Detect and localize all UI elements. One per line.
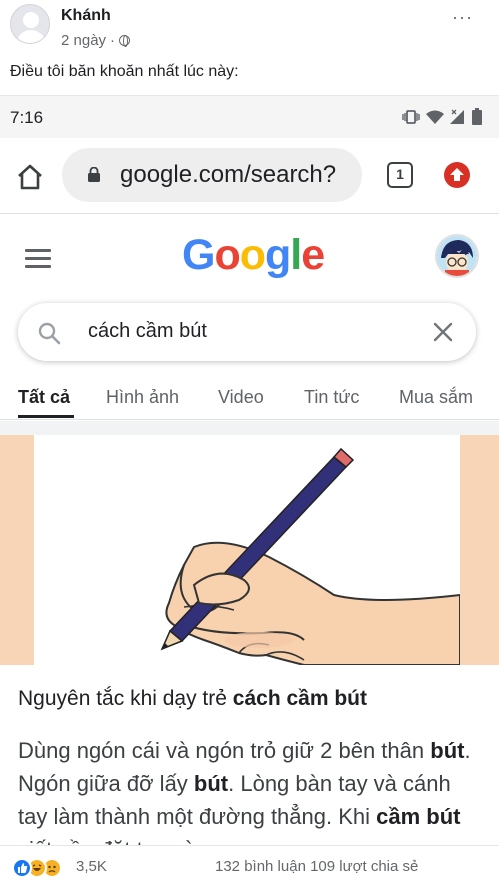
image-frame — [34, 435, 461, 666]
more-options-button[interactable]: ··· — [452, 8, 473, 26]
reaction-icons[interactable] — [12, 858, 62, 878]
author-avatar[interactable] — [10, 4, 50, 44]
search-tabs: Tất cả Hình ảnh Video Tin tức Mua sắm — [0, 374, 499, 420]
post-footer: 3,5K 132 bình luận 109 lượt chia sẻ — [0, 845, 499, 889]
tab-video[interactable]: Video — [218, 387, 264, 408]
snippet-highlight: bút — [193, 771, 229, 796]
result-snippet: Dùng ngón cái và ngón trỏ giữ 2 bên thân… — [18, 734, 483, 845]
tab-all[interactable]: Tất cả — [18, 387, 70, 408]
lock-icon — [88, 167, 100, 182]
engagement-counts: 132 bình luận 109 lượt chia sẻ — [215, 858, 418, 875]
search-icon — [38, 322, 61, 345]
android-status-bar: 7:16 — [0, 95, 499, 138]
hand-holding-pencil-illustration — [160, 447, 461, 666]
active-tab-indicator — [18, 415, 74, 418]
status-icons — [401, 108, 483, 126]
snippet-text: Khi — [338, 804, 377, 829]
tab-news[interactable]: Tin tức — [304, 387, 359, 408]
profile-avatar[interactable] — [435, 234, 479, 278]
google-search-page: Google cách cầm bút Tất cả Hình ảnh Vide… — [0, 214, 499, 845]
post-header: Khánh 2 ngày · ··· — [0, 0, 499, 58]
result-title-bold: cách cầm bút — [232, 687, 367, 710]
meta-separator: · — [110, 32, 116, 49]
like-icon — [12, 858, 32, 878]
search-box[interactable]: cách cầm bút — [18, 303, 476, 361]
wifi-icon — [426, 110, 444, 124]
author-name[interactable]: Khánh — [61, 7, 111, 25]
globe-icon — [119, 35, 131, 47]
logo-letter: e — [301, 231, 325, 279]
arrow-up-icon — [450, 168, 464, 181]
divider — [0, 421, 499, 435]
logo-letter: o — [239, 231, 266, 279]
browser-toolbar: google.com/search? 1 — [0, 138, 499, 214]
battery-icon — [472, 108, 482, 125]
home-icon[interactable] — [15, 162, 45, 192]
logo-letter: l — [290, 231, 302, 279]
comment-count[interactable]: 132 bình luận — [215, 858, 306, 875]
logo-letter: g — [265, 231, 291, 279]
result-title[interactable]: Nguyên tắc khi dạy trẻ cách cầm bút — [18, 687, 367, 711]
google-logo[interactable]: Google — [182, 231, 325, 280]
url-text: google.com/search? — [120, 161, 337, 188]
snippet-text: Dùng ngón cái và ngón trỏ giữ 2 bên thân — [18, 738, 431, 763]
close-icon[interactable] — [432, 321, 454, 343]
vibrate-icon — [402, 110, 420, 124]
update-button[interactable] — [444, 162, 470, 188]
post-meta: 2 ngày · — [61, 32, 131, 49]
post-caption: Điều tôi băn khoăn nhất lúc này: — [10, 63, 239, 80]
menu-icon[interactable] — [25, 249, 51, 269]
snippet-text: viết cần đặt tay vào — [18, 837, 208, 845]
tab-images[interactable]: Hình ảnh — [106, 387, 179, 408]
status-time: 7:16 — [10, 108, 44, 127]
snippet-highlight: cầm bút — [376, 804, 461, 829]
post-time[interactable]: 2 ngày — [61, 32, 106, 49]
snippet-highlight: bút — [430, 738, 465, 763]
share-count[interactable]: 109 lượt chia sẻ — [310, 858, 418, 875]
tab-shopping[interactable]: Mua sắm — [399, 387, 473, 408]
phone-screenshot: 7:16 google.com/search? 1 Google cách cầ… — [0, 95, 499, 845]
logo-letter: o — [214, 231, 240, 279]
result-image[interactable] — [0, 435, 499, 666]
address-bar[interactable]: google.com/search? — [62, 148, 362, 202]
signal-icon — [450, 109, 464, 124]
anime-avatar-icon — [437, 236, 477, 276]
reaction-count[interactable]: 3,5K — [76, 858, 107, 875]
tab-switcher-button[interactable]: 1 — [387, 162, 413, 188]
search-query[interactable]: cách cầm bút — [88, 320, 207, 343]
logo-letter: G — [182, 231, 215, 279]
result-title-prefix: Nguyên tắc khi dạy trẻ — [18, 687, 233, 710]
